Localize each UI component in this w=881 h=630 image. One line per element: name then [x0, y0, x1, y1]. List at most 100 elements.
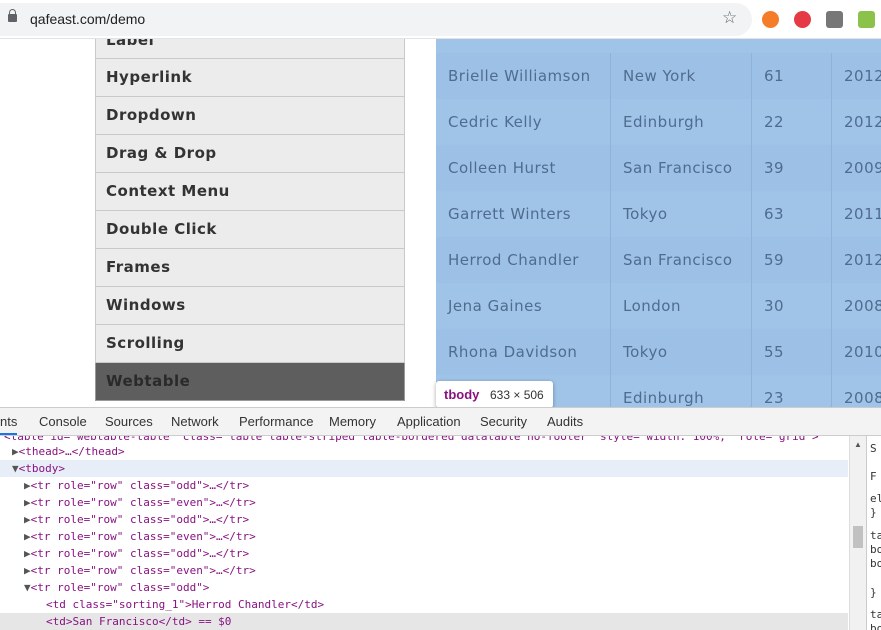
table-cell-name: Herrod Chandler: [436, 237, 611, 283]
menu-item-text: Frames: [106, 258, 171, 276]
menu-item-text: Drag & Drop: [106, 144, 217, 162]
tab-elements[interactable]: nts: [0, 408, 18, 435]
menu-item-text: Label: [106, 39, 155, 49]
styles-sidepane[interactable]: S F el } ta bo bo } ta bo: [866, 436, 881, 630]
inspect-tooltip: tbody 633 × 506: [436, 381, 553, 408]
tab-memory[interactable]: Memory: [329, 408, 376, 435]
table-cell-age: 22: [752, 99, 832, 145]
table-cell-year: 2009: [844, 159, 881, 177]
menu-item-text: Webtable: [106, 372, 191, 390]
menu-item-text: Double Click: [106, 220, 217, 238]
sidepane-text: el: [870, 492, 881, 505]
scroll-up-arrow-icon[interactable]: ▲: [854, 440, 862, 449]
dom-node-tr[interactable]: ▶<tr role="row" class="odd">…</tr>: [24, 477, 249, 494]
collapse-triangle-icon[interactable]: ▼: [0, 462, 19, 475]
dom-node-tr[interactable]: ▶<tr role="row" class="even">…</tr>: [24, 494, 256, 511]
table-cell-year: 2012: [844, 113, 881, 131]
url-text[interactable]: qafeast.com/demo: [30, 11, 145, 27]
webtable-tbody-highlight: Brielle Williamson New York 61 2012 Cedr…: [436, 39, 881, 407]
expand-triangle-icon[interactable]: ▶: [24, 513, 31, 526]
table-cell-name: Cedric Kelly: [436, 99, 611, 145]
table-cell-office: San Francisco: [611, 145, 752, 191]
expand-triangle-icon[interactable]: ▶: [24, 547, 31, 560]
dom-node-text: <tr role="row" class="even">…</tr>: [30, 564, 256, 577]
menu-item-drag-drop[interactable]: Drag & Drop: [95, 135, 405, 173]
dom-node-tr[interactable]: ▶<tr role="row" class="odd">…</tr>: [24, 511, 249, 528]
extension-green-icon[interactable]: [858, 11, 875, 28]
browser-toolbar: qafeast.com/demo ☆: [0, 0, 881, 39]
table-cell-office: San Francisco: [611, 237, 752, 283]
expand-triangle-icon[interactable]: ▶: [24, 530, 31, 543]
dom-node-td[interactable]: <td class="sorting_1">Herrod Chandler</t…: [46, 596, 324, 613]
expand-triangle-icon[interactable]: ▶: [24, 564, 31, 577]
tooltip-size: 633 × 506: [490, 388, 544, 402]
dom-node-text: <tr role="row" class="odd">…</tr>: [30, 513, 250, 526]
menu-item-text: Scrolling: [106, 334, 185, 352]
table-cell-age: 59: [752, 237, 832, 283]
table-cell-age: 61: [752, 53, 832, 99]
tab-console[interactable]: Console: [39, 408, 87, 435]
address-bar[interactable]: qafeast.com/demo ☆: [0, 3, 752, 36]
dom-node-text: <thead>…</thead>: [18, 445, 125, 458]
bookmark-star-icon[interactable]: ☆: [722, 10, 737, 27]
dom-node-text: <tr role="row" class="odd">: [30, 581, 210, 594]
table-cell-office: Tokyo: [611, 191, 752, 237]
tab-performance[interactable]: Performance: [239, 408, 313, 435]
devtools-tabbar: nts Console Sources Network Performance …: [0, 408, 881, 436]
expand-triangle-icon[interactable]: ▶: [24, 479, 31, 492]
dom-node-tbody[interactable]: ▼<tbody>: [0, 460, 848, 477]
table-cell-year: 2010: [844, 343, 881, 361]
tab-sources[interactable]: Sources: [105, 408, 153, 435]
elements-tree: <table id="webtable-table" class="table …: [0, 436, 848, 630]
dom-node-tr[interactable]: ▶<tr role="row" class="even">…</tr>: [24, 562, 256, 579]
devtools-panel: nts Console Sources Network Performance …: [0, 407, 881, 630]
table-cell-office: New York: [611, 53, 752, 99]
menu-item-text: Hyperlink: [106, 68, 193, 86]
menu-item-hyperlink[interactable]: Hyperlink: [95, 59, 405, 97]
expand-triangle-icon[interactable]: ▶: [12, 445, 19, 458]
dom-node-td-selected[interactable]: <td>San Francisco</td> == $0: [0, 613, 848, 630]
extension-puzzle-icon[interactable]: [826, 11, 843, 28]
table-row: Brielle Williamson New York 61 2012: [436, 53, 881, 99]
menu-item-double-click[interactable]: Double Click: [95, 211, 405, 249]
sidepane-text: bo: [870, 557, 881, 570]
dom-node-text: <tr role="row" class="odd">…</tr>: [30, 547, 250, 560]
table-cell-year: 2012: [844, 67, 881, 85]
dom-node-table[interactable]: <table id="webtable-table" class="table …: [4, 436, 819, 445]
dom-node-thead[interactable]: ▶<thead>…</thead>: [12, 443, 125, 460]
tab-application[interactable]: Application: [397, 408, 461, 435]
table-cell-age: 55: [752, 329, 832, 375]
expand-triangle-icon[interactable]: ▶: [24, 496, 31, 509]
collapse-triangle-icon[interactable]: ▼: [24, 581, 31, 594]
menu-item-label[interactable]: Label: [95, 39, 405, 59]
menu-item-context-menu[interactable]: Context Menu: [95, 173, 405, 211]
dom-node-tr-expanded[interactable]: ▼<tr role="row" class="odd">: [24, 579, 209, 596]
tab-audits[interactable]: Audits: [547, 408, 583, 435]
dom-node-tr[interactable]: ▶<tr role="row" class="even">…</tr>: [24, 528, 256, 545]
menu-item-webtable[interactable]: Webtable: [95, 363, 405, 401]
table-cell-office: Edinburgh: [611, 375, 752, 407]
tab-security[interactable]: Security: [480, 408, 527, 435]
menu-item-scrolling[interactable]: Scrolling: [95, 325, 405, 363]
lock-icon[interactable]: [8, 9, 17, 22]
table-cell-year: 2008: [844, 297, 881, 315]
sidepane-text: S: [870, 442, 877, 455]
dom-node-tr[interactable]: ▶<tr role="row" class="odd">…</tr>: [24, 545, 249, 562]
menu-item-frames[interactable]: Frames: [95, 249, 405, 287]
table-cell-name: Garrett Winters: [436, 191, 611, 237]
table-cell-year: 2012: [844, 251, 881, 269]
extension-red-icon[interactable]: [794, 11, 811, 28]
table-cell-office: Tokyo: [611, 329, 752, 375]
tab-network[interactable]: Network: [171, 408, 219, 435]
table-row: Colleen Hurst San Francisco 39 2009: [436, 145, 881, 191]
table-cell-year: 2011: [844, 205, 881, 223]
table-row: Herrod Chandler San Francisco 59 2012: [436, 237, 881, 283]
table-row: Jena Gaines London 30 2008: [436, 283, 881, 329]
table-cell-age: 39: [752, 145, 832, 191]
table-cell-age: 23: [752, 375, 832, 407]
menu-item-windows[interactable]: Windows: [95, 287, 405, 325]
menu-item-dropdown[interactable]: Dropdown: [95, 97, 405, 135]
extension-orange-icon[interactable]: [762, 11, 779, 28]
elements-scrollbar[interactable]: ▲: [849, 436, 866, 630]
scrollbar-thumb[interactable]: [853, 526, 863, 548]
